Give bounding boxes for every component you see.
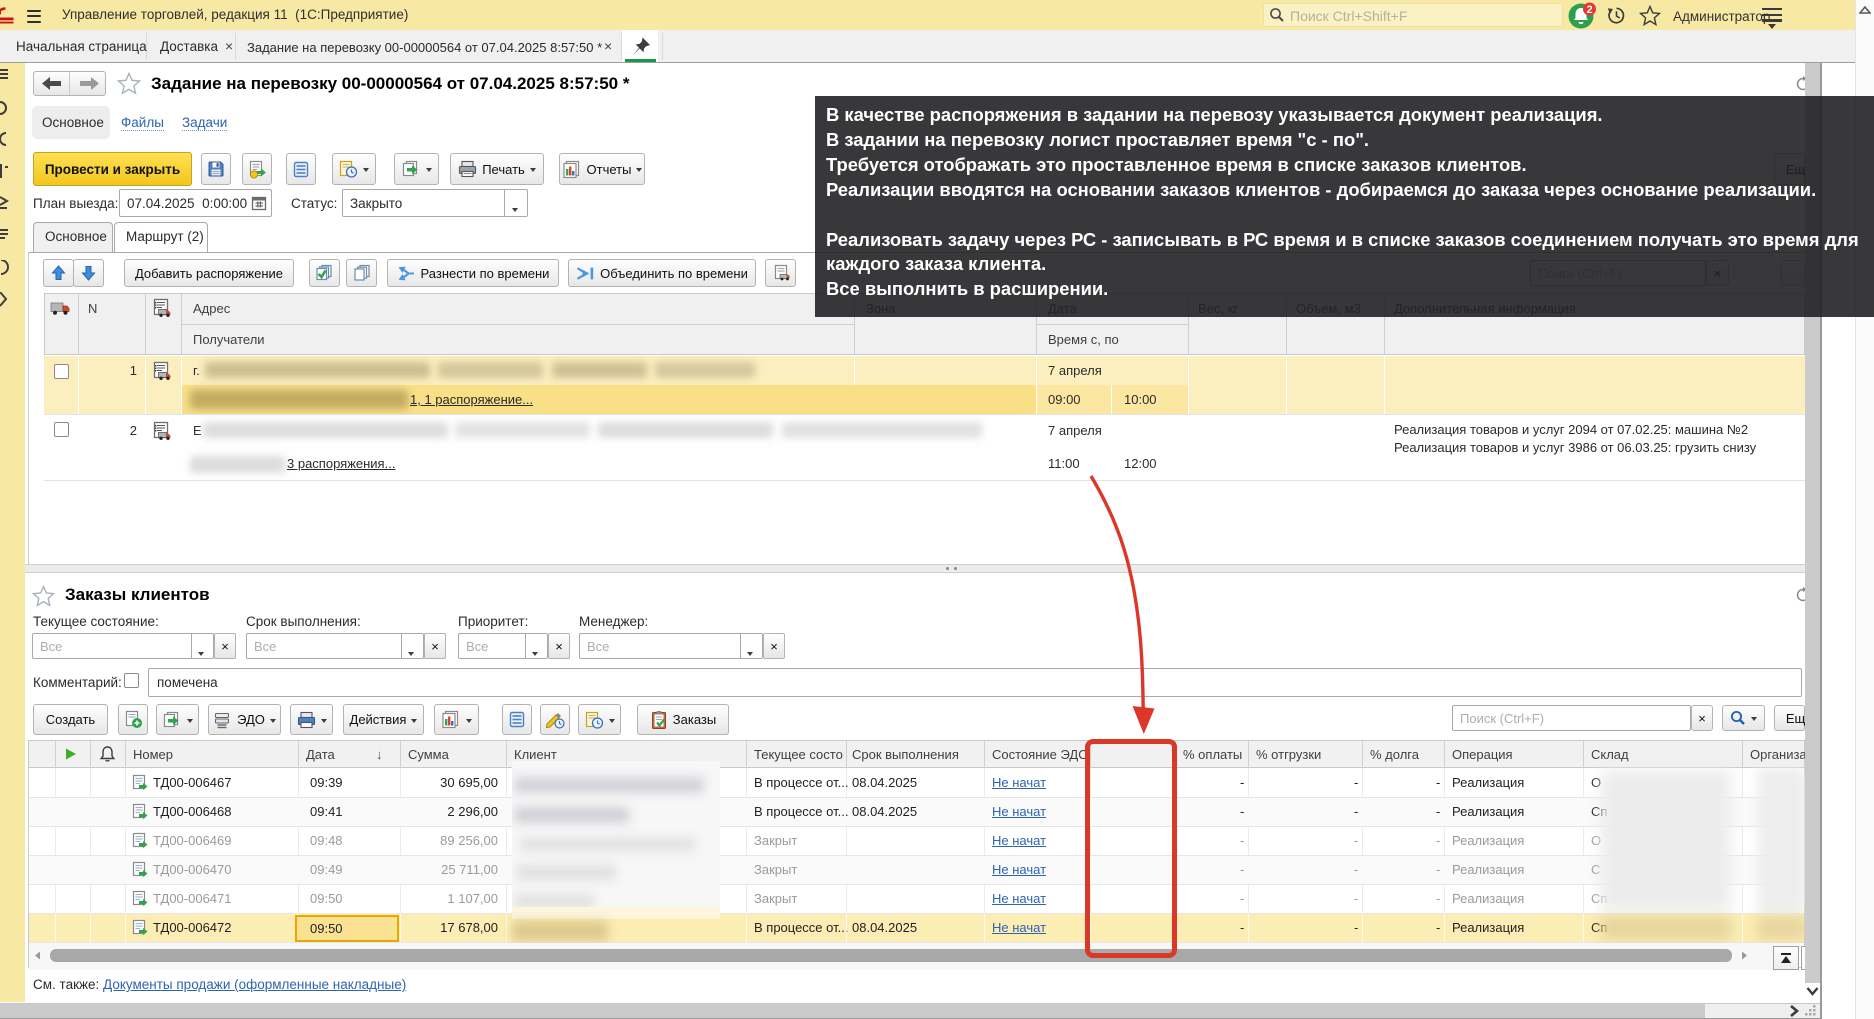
svg-text:2: 2 bbox=[1586, 4, 1592, 16]
